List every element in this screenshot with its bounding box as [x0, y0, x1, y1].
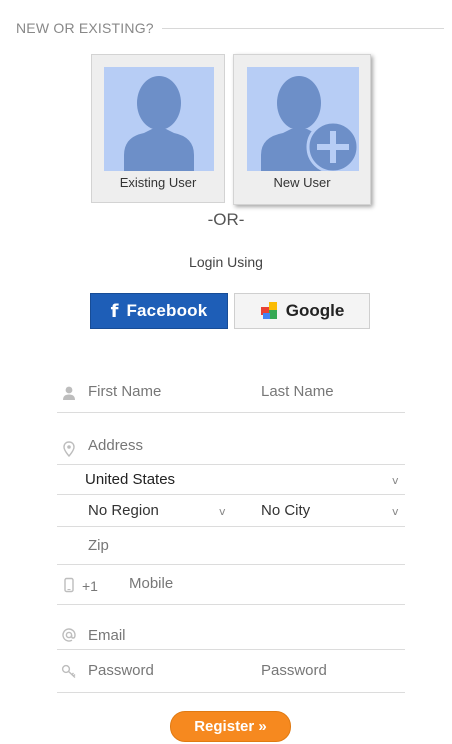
country-code: +1 [82, 578, 98, 594]
country-value: United States [85, 471, 176, 488]
register-button[interactable]: Register » [170, 711, 291, 742]
registration-form: United States v No Region v No City v +1 [57, 373, 405, 693]
country-select[interactable]: United States v [57, 465, 405, 495]
mobile-row: +1 [57, 565, 405, 605]
zip-input[interactable] [88, 537, 288, 554]
chevron-down-icon: v [392, 505, 399, 518]
region-city-row: No Region v No City v [57, 495, 405, 527]
person-add-icon [261, 76, 359, 171]
location-pin-icon [60, 440, 78, 458]
registration-panel: NEW OR EXISTING? Existing User New User … [0, 0, 452, 744]
mobile-input[interactable] [129, 575, 349, 592]
address-row [57, 413, 405, 465]
or-separator: -OR- [207, 210, 245, 229]
facebook-icon: f [110, 300, 119, 322]
zip-row [57, 527, 405, 565]
new-user-avatar-icon [247, 67, 359, 171]
city-select[interactable]: No City [261, 502, 310, 519]
first-name-input[interactable] [88, 383, 248, 400]
key-icon [60, 662, 78, 680]
user-avatar-icon [104, 67, 214, 171]
at-sign-icon [60, 626, 78, 644]
header-divider [161, 27, 444, 29]
new-user-card[interactable]: New User [233, 54, 371, 205]
mobile-phone-icon [60, 576, 78, 594]
new-user-label: New User [273, 175, 331, 190]
google-label: Google [285, 301, 345, 320]
existing-user-label: Existing User [119, 175, 197, 190]
existing-user-card[interactable]: Existing User [91, 54, 225, 203]
region-select[interactable]: No Region [88, 502, 159, 519]
person-silhouette-icon [124, 76, 194, 171]
confirm-password-input[interactable] [261, 662, 401, 679]
password-row [57, 650, 405, 693]
facebook-label: Facebook [126, 301, 208, 320]
section-title: NEW OR EXISTING? [16, 20, 154, 36]
person-icon [60, 384, 78, 402]
login-using-label: Login Using [189, 254, 263, 270]
facebook-login-button[interactable]: f Facebook [90, 293, 228, 329]
google-login-button[interactable]: Google [234, 293, 370, 329]
email-input[interactable] [88, 627, 388, 644]
password-input[interactable] [88, 662, 248, 679]
chevron-down-icon: v [392, 474, 399, 487]
section-header: NEW OR EXISTING? [16, 18, 444, 38]
email-row [57, 605, 405, 650]
name-row [57, 373, 405, 413]
chevron-down-icon: v [219, 505, 226, 518]
address-input[interactable] [88, 437, 388, 454]
last-name-input[interactable] [261, 383, 401, 400]
google-icon [260, 302, 277, 319]
